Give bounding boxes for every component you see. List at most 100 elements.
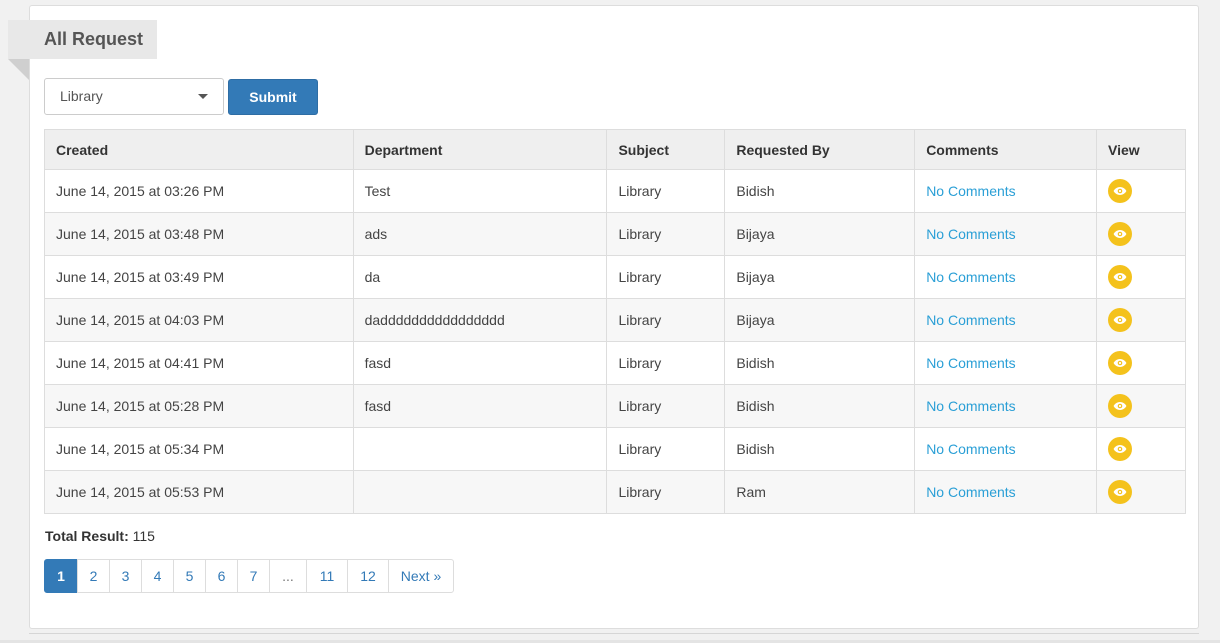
page-1[interactable]: 1 bbox=[44, 559, 78, 593]
cell-requested-by: Bijaya bbox=[724, 212, 916, 256]
eye-icon bbox=[1113, 445, 1127, 453]
cell-created: June 14, 2015 at 04:03 PM bbox=[44, 298, 354, 342]
cell-comments: No Comments bbox=[914, 470, 1098, 514]
cell-subject: Library bbox=[606, 427, 726, 471]
cell-subject: Library bbox=[606, 169, 726, 213]
cell-created: June 14, 2015 at 03:26 PM bbox=[44, 169, 354, 213]
caret-down-icon bbox=[198, 94, 208, 99]
comments-link[interactable]: No Comments bbox=[926, 355, 1015, 371]
view-button[interactable] bbox=[1108, 265, 1133, 289]
cell-department: fasd bbox=[352, 384, 608, 428]
page-12[interactable]: 12 bbox=[347, 559, 389, 593]
view-button[interactable] bbox=[1108, 480, 1133, 504]
page-11[interactable]: 11 bbox=[306, 559, 348, 593]
cell-subject: Library bbox=[606, 470, 726, 514]
table-row: June 14, 2015 at 05:53 PM Library Ram No Co… bbox=[44, 470, 1186, 514]
cell-department: da bbox=[352, 255, 608, 299]
panel-title: All Request bbox=[8, 20, 157, 59]
header-comments: Comments bbox=[914, 129, 1098, 170]
cell-created: June 14, 2015 at 05:28 PM bbox=[44, 384, 354, 428]
cell-subject: Library bbox=[606, 298, 726, 342]
table-row: June 14, 2015 at 04:41 PM fasd Library Bidi… bbox=[44, 341, 1186, 385]
page-7[interactable]: 7 bbox=[237, 559, 270, 593]
comments-link[interactable]: No Comments bbox=[926, 312, 1015, 328]
ribbon-fold bbox=[8, 59, 29, 80]
header-view: View bbox=[1096, 129, 1186, 170]
requests-table: Created Department Subject Requested By … bbox=[44, 129, 1186, 514]
cell-view bbox=[1096, 470, 1186, 514]
cell-created: June 14, 2015 at 03:49 PM bbox=[44, 255, 354, 299]
table-row: June 14, 2015 at 03:26 PM Test Library Bidi… bbox=[44, 169, 1186, 213]
cell-comments: No Comments bbox=[914, 341, 1098, 385]
eye-icon bbox=[1113, 488, 1127, 496]
cell-view bbox=[1096, 255, 1186, 299]
view-button[interactable] bbox=[1108, 222, 1133, 246]
cell-requested-by: Bidish bbox=[724, 341, 916, 385]
department-select[interactable]: Library bbox=[44, 78, 224, 115]
comments-link[interactable]: No Comments bbox=[926, 183, 1015, 199]
view-button[interactable] bbox=[1108, 437, 1133, 461]
cell-view bbox=[1096, 341, 1186, 385]
table-row: June 14, 2015 at 05:34 PM Library Bidish No… bbox=[44, 427, 1186, 471]
page-5[interactable]: 5 bbox=[173, 559, 206, 593]
table-row: June 14, 2015 at 05:28 PM fasd Library Bidi… bbox=[44, 384, 1186, 428]
comments-link[interactable]: No Comments bbox=[926, 441, 1015, 457]
cell-created: June 14, 2015 at 04:41 PM bbox=[44, 341, 354, 385]
page-next[interactable]: Next » bbox=[388, 559, 454, 593]
total-result: Total Result: 115 bbox=[45, 528, 155, 544]
header-requested-by: Requested By bbox=[724, 129, 916, 170]
cell-comments: No Comments bbox=[914, 169, 1098, 213]
page-6[interactable]: 6 bbox=[205, 559, 238, 593]
eye-icon bbox=[1113, 230, 1127, 238]
page-3[interactable]: 3 bbox=[109, 559, 142, 593]
cell-department: fasd bbox=[352, 341, 608, 385]
cell-comments: No Comments bbox=[914, 212, 1098, 256]
total-result-value: 115 bbox=[132, 528, 155, 544]
cell-created: June 14, 2015 at 03:48 PM bbox=[44, 212, 354, 256]
cell-view bbox=[1096, 169, 1186, 213]
view-button[interactable] bbox=[1108, 351, 1133, 375]
header-subject: Subject bbox=[606, 129, 726, 170]
cell-comments: No Comments bbox=[914, 298, 1098, 342]
pagination: 1 2 3 4 5 6 7... 11 12 Next » bbox=[44, 559, 454, 593]
submit-button[interactable]: Submit bbox=[228, 79, 318, 115]
comments-link[interactable]: No Comments bbox=[926, 226, 1015, 242]
eye-icon bbox=[1113, 316, 1127, 324]
cell-requested-by: Bidish bbox=[724, 384, 916, 428]
comments-link[interactable]: No Comments bbox=[926, 398, 1015, 414]
cell-view bbox=[1096, 384, 1186, 428]
department-select-value: Library bbox=[60, 88, 103, 104]
page-ellipsis: ... bbox=[269, 559, 307, 593]
eye-icon bbox=[1113, 359, 1127, 367]
cell-created: June 14, 2015 at 05:53 PM bbox=[44, 470, 354, 514]
view-button[interactable] bbox=[1108, 394, 1133, 418]
eye-icon bbox=[1113, 273, 1127, 281]
comments-link[interactable]: No Comments bbox=[926, 269, 1015, 285]
cell-created: June 14, 2015 at 05:34 PM bbox=[44, 427, 354, 471]
eye-icon bbox=[1113, 402, 1127, 410]
cell-subject: Library bbox=[606, 341, 726, 385]
cell-requested-by: Bijaya bbox=[724, 298, 916, 342]
cell-requested-by: Bidish bbox=[724, 427, 916, 471]
view-button[interactable] bbox=[1108, 179, 1133, 203]
cell-department: Test bbox=[352, 169, 608, 213]
page-4[interactable]: 4 bbox=[141, 559, 174, 593]
comments-link[interactable]: No Comments bbox=[926, 484, 1015, 500]
cell-view bbox=[1096, 427, 1186, 471]
header-created: Created bbox=[44, 129, 354, 170]
table-row: June 14, 2015 at 03:49 PM da Library Bijaya… bbox=[44, 255, 1186, 299]
cell-subject: Library bbox=[606, 384, 726, 428]
table-row: June 14, 2015 at 04:03 PM daddddddddddddd… bbox=[44, 298, 1186, 342]
cell-department bbox=[352, 427, 608, 471]
page-2[interactable]: 2 bbox=[77, 559, 110, 593]
cell-subject: Library bbox=[606, 255, 726, 299]
header-department: Department bbox=[352, 129, 608, 170]
cell-department: dadddddddddddddddd bbox=[352, 298, 608, 342]
total-result-label: Total Result: bbox=[45, 528, 129, 544]
view-button[interactable] bbox=[1108, 308, 1133, 332]
cell-requested-by: Bijaya bbox=[724, 255, 916, 299]
table-header-row: Created Department Subject Requested By … bbox=[44, 129, 1186, 170]
cell-department bbox=[352, 470, 608, 514]
cell-comments: No Comments bbox=[914, 427, 1098, 471]
table-row: June 14, 2015 at 03:48 PM ads Library Bijay… bbox=[44, 212, 1186, 256]
